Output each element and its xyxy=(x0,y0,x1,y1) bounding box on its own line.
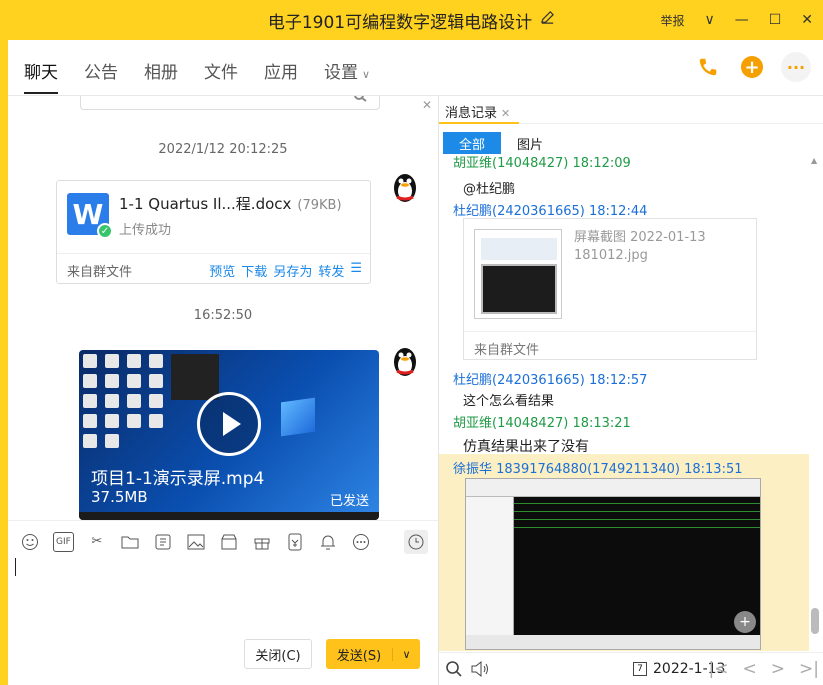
phone-icon[interactable] xyxy=(693,52,723,82)
file-source: 来自群文件 xyxy=(67,265,133,280)
message-text: 这个怎么看结果 xyxy=(463,394,555,409)
video-name: 项目1-1演示录屏.mp4 xyxy=(91,469,265,489)
chevron-down-icon[interactable]: ∨ xyxy=(392,647,420,661)
tab-files[interactable]: 文件 xyxy=(204,58,238,93)
search-box[interactable] xyxy=(80,96,380,110)
more-options-icon[interactable] xyxy=(351,532,371,552)
save-as-link[interactable]: 另存为 xyxy=(273,261,312,280)
more-icon[interactable]: ··· xyxy=(781,52,811,82)
window-border xyxy=(0,40,8,685)
preview-link[interactable]: 预览 xyxy=(209,261,235,280)
tab-apps[interactable]: 应用 xyxy=(264,58,298,93)
desktop-taskbar xyxy=(79,512,379,520)
message-history-panel: 消息记录 ✕ 全部 图片 胡亚维(14048427) 18:12:09 @杜纪鹏 … xyxy=(439,96,823,685)
message-text: 仿真结果出来了没有 xyxy=(463,439,589,455)
image-name: 屏幕截图 2022-01-13 181012.jpg xyxy=(574,230,706,263)
composer-toolbar: GIF ✂ xyxy=(8,520,438,562)
chevron-down-icon[interactable]: ∨ xyxy=(704,12,714,28)
tab-announcement[interactable]: 公告 xyxy=(84,58,118,93)
image-thumbnail xyxy=(474,229,562,319)
tab-settings[interactable]: 设置 ∨ xyxy=(324,58,370,93)
play-icon[interactable] xyxy=(197,392,261,456)
message-sender: 杜纪鹏(2420361665) 18:12:44 xyxy=(453,204,648,219)
red-packet-icon[interactable] xyxy=(285,532,305,552)
maximize-button[interactable]: ☐ xyxy=(769,12,782,28)
video-status: 已发送 xyxy=(329,494,369,509)
close-icon[interactable]: ✕ xyxy=(501,107,510,120)
last-page-icon[interactable]: >| xyxy=(799,659,819,679)
message-sender: 胡亚维(14048427) 18:13:21 xyxy=(453,416,631,431)
close-window-button[interactable]: ✕ xyxy=(801,12,813,28)
check-icon: ✓ xyxy=(97,223,113,239)
history-clock-icon[interactable] xyxy=(404,530,428,554)
calendar-icon[interactable]: 7 xyxy=(633,662,647,676)
next-page-icon[interactable]: > xyxy=(771,659,785,679)
close-icon[interactable]: ✕ xyxy=(422,98,432,112)
tab-album[interactable]: 相册 xyxy=(144,58,178,93)
folder-icon[interactable] xyxy=(120,532,140,552)
message-text: @杜纪鹏 xyxy=(463,182,516,197)
timestamp: 2022/1/12 20:12:25 xyxy=(158,142,288,157)
windows-logo xyxy=(281,397,315,437)
search-icon xyxy=(354,96,367,102)
desktop-icons xyxy=(83,354,165,448)
history-panel-tab[interactable]: 消息记录 ✕ xyxy=(445,102,510,121)
menu-icon[interactable]: ☰ xyxy=(350,261,362,280)
gift-icon[interactable] xyxy=(252,532,272,552)
file-card[interactable]: W ✓ 1-1 Quartus Il...程.docx (79KB) 上传成功 来自… xyxy=(56,180,371,284)
first-page-icon[interactable]: |< xyxy=(709,659,729,679)
avatar[interactable] xyxy=(390,170,420,204)
scrollbar[interactable]: ▲ xyxy=(809,156,821,651)
video-size: 37.5MB xyxy=(91,488,148,506)
file-status: 上传成功 xyxy=(119,223,172,238)
prev-page-icon[interactable]: < xyxy=(743,659,757,679)
avatar[interactable] xyxy=(390,344,420,378)
screenshot-image[interactable]: + xyxy=(465,478,761,650)
window-title: 电子1901可编程数字逻辑电路设计 xyxy=(268,8,555,33)
message-sender: 徐振华 18391764880(1749211340) 18:13:51 xyxy=(453,462,743,477)
message-input[interactable]: 关闭(C) 发送(S) ∨ xyxy=(8,558,438,682)
emoji-icon[interactable] xyxy=(20,532,40,552)
scissors-icon[interactable]: ✂ xyxy=(87,532,107,552)
search-icon[interactable] xyxy=(443,658,465,680)
add-icon[interactable]: + xyxy=(741,56,763,78)
highlighted-message: 徐振华 18391764880(1749211340) 18:13:51 + xyxy=(439,454,809,651)
image-source: 来自群文件 xyxy=(474,343,540,358)
report-button[interactable]: 举报 xyxy=(660,12,684,29)
video-message[interactable]: 项目1-1演示录屏.mp4 37.5MB 已发送 xyxy=(79,350,379,520)
gif-icon[interactable]: GIF xyxy=(53,531,74,552)
close-button[interactable]: 关闭(C) xyxy=(244,639,312,669)
title-bar: 电子1901可编程数字逻辑电路设计 举报 ∨ — ☐ ✕ xyxy=(0,0,823,40)
word-file-icon: W ✓ xyxy=(67,193,113,239)
chevron-down-icon: ∨ xyxy=(362,68,371,81)
send-button[interactable]: 发送(S) ∨ xyxy=(326,639,420,669)
forward-link[interactable]: 转发 xyxy=(318,261,344,280)
filter-all[interactable]: 全部 xyxy=(443,132,501,154)
chat-messages: ✕ 2022/1/12 20:12:25 W ✓ 1-1 Quartus Il..… xyxy=(8,96,438,520)
timestamp: 16:52:50 xyxy=(193,308,253,323)
zoom-icon[interactable]: + xyxy=(734,611,756,633)
filter-images[interactable]: 图片 xyxy=(501,132,559,154)
shop-icon[interactable] xyxy=(219,532,239,552)
speaker-icon[interactable] xyxy=(469,658,491,680)
tab-bar: 聊天 公告 相册 文件 应用 设置 ∨ + ··· xyxy=(8,40,823,96)
message-sender: 胡亚维(14048427) 18:12:09 xyxy=(453,156,631,171)
image-icon[interactable] xyxy=(186,532,206,552)
file-name: 1-1 Quartus Il...程.docx (79KB) xyxy=(119,195,342,213)
edit-title-icon[interactable] xyxy=(540,10,555,30)
message-sender: 杜纪鹏(2420361665) 18:12:57 xyxy=(453,373,648,388)
download-link[interactable]: 下载 xyxy=(241,261,267,280)
sticker-icon[interactable] xyxy=(153,532,173,552)
tab-chat[interactable]: 聊天 xyxy=(24,58,58,94)
minimize-button[interactable]: — xyxy=(735,12,749,28)
bell-icon[interactable] xyxy=(318,532,338,552)
desktop-window xyxy=(171,354,219,400)
image-file-card[interactable]: 屏幕截图 2022-01-13 181012.jpg 来自群文件 xyxy=(463,218,757,360)
